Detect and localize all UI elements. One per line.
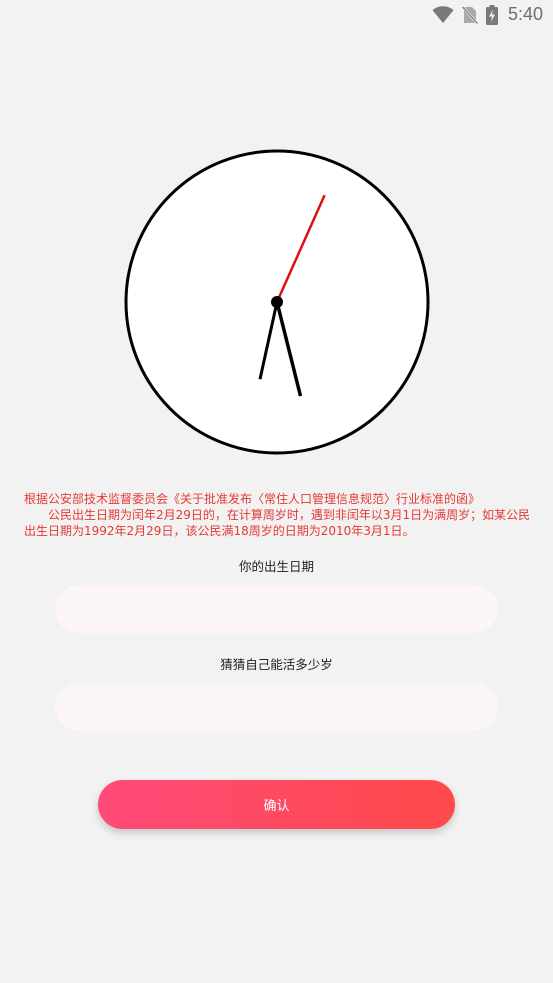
no-sim-icon bbox=[461, 5, 478, 24]
confirm-button[interactable]: 确认 bbox=[98, 780, 455, 829]
leap-year-notice: 根据公安部技术监督委员会《关于批准发布〈常住人口管理信息规范〉行业标准的函》 公… bbox=[24, 491, 532, 539]
birthdate-input[interactable] bbox=[55, 585, 498, 633]
clock-center-dot bbox=[271, 296, 283, 308]
status-bar: 5:40 bbox=[0, 0, 553, 32]
wifi-icon bbox=[432, 5, 454, 24]
notice-body: 公民出生日期为闰年2月29日的，在计算周岁时，遇到非闰年以3月1日为满周岁；如某… bbox=[24, 508, 531, 538]
lifespan-label: 猜猜自己能活多少岁 bbox=[220, 657, 333, 672]
battery-charging-icon bbox=[485, 4, 498, 25]
birthdate-label: 你的出生日期 bbox=[238, 559, 314, 574]
status-time: 5:40 bbox=[507, 4, 543, 24]
status-icons: 5:40 bbox=[432, 4, 543, 25]
lifespan-input[interactable] bbox=[55, 683, 498, 731]
analog-clock bbox=[123, 148, 431, 456]
notice-title: 根据公安部技术监督委员会《关于批准发布〈常住人口管理信息规范〉行业标准的函》 bbox=[24, 492, 481, 506]
